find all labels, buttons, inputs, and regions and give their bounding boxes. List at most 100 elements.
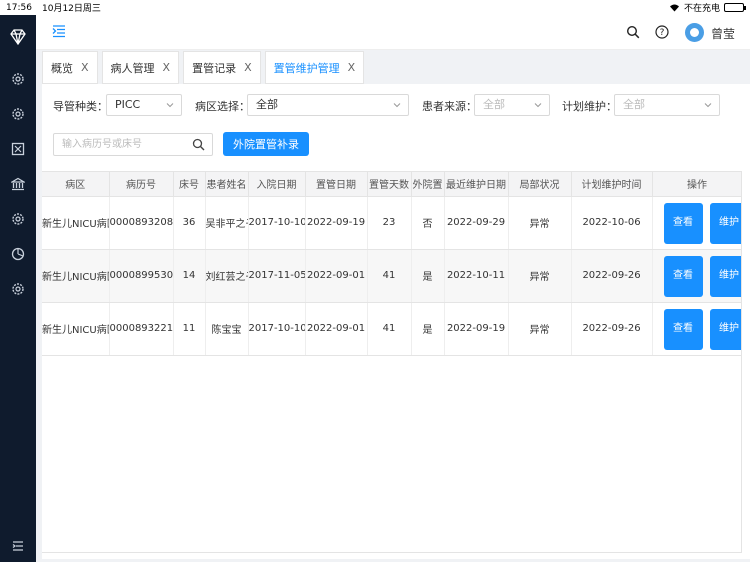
source-select[interactable]: 全部	[474, 94, 550, 116]
cell-catheter-days: 41	[367, 249, 412, 303]
maintain-button[interactable]: 维护	[709, 202, 741, 244]
cell-external: 否	[411, 196, 445, 250]
tab-overview[interactable]: 概览 X	[42, 51, 98, 84]
status-bar: 17:56 10月12日周三 不在充电	[0, 0, 750, 15]
grid-icon[interactable]	[11, 142, 25, 156]
source-label: 患者来源：	[422, 100, 477, 113]
search-field	[53, 133, 213, 156]
svg-text:?: ?	[660, 28, 665, 38]
cell-patient-name: 吴非平之子	[205, 196, 249, 250]
cell-last-maintenance: 2022-09-29	[444, 196, 509, 250]
view-button[interactable]: 查看	[663, 255, 703, 297]
ward-label: 病区选择：	[195, 100, 250, 113]
help-icon[interactable]: ?	[655, 25, 669, 39]
collapse-menu-icon[interactable]	[12, 540, 24, 552]
plan-label: 计划维护：	[562, 100, 617, 113]
ward-select[interactable]: 全部	[247, 94, 409, 116]
column-header: 操作	[651, 172, 741, 197]
cell-actions: 查看 维护	[651, 196, 741, 250]
tab-catheter-records[interactable]: 置管记录 X	[183, 51, 261, 84]
cell-catheter-date: 2022-09-01	[305, 249, 368, 303]
close-icon[interactable]: X	[81, 61, 89, 74]
status-date: 10月12日周三	[42, 4, 101, 14]
search-input[interactable]	[54, 134, 184, 155]
table-row: 新生儿NICU病区 0000899530 14 刘红芸之子 2017-11-05…	[42, 249, 741, 303]
gear-extra-icon[interactable]	[11, 282, 25, 296]
user-name[interactable]: 曾莹	[711, 25, 735, 42]
cell-ward: 新生儿NICU病区	[42, 196, 110, 250]
tab-patient-management[interactable]: 病人管理 X	[101, 51, 180, 84]
catheter-type-value: PICC	[115, 98, 141, 111]
menu-toggle-icon[interactable]	[52, 24, 66, 38]
gear-icon[interactable]	[11, 72, 25, 86]
column-header: 计划维护时间	[571, 172, 653, 197]
search-icon[interactable]	[626, 25, 640, 39]
gear-alt-icon[interactable]	[11, 212, 25, 226]
column-header: 外院置	[411, 172, 445, 197]
cell-ward: 新生儿NICU病区	[42, 302, 110, 356]
cell-catheter-date: 2022-09-19	[305, 196, 368, 250]
maintenance-table: 病区 病历号 床号 患者姓名 入院日期 置管日期 置管天数 外院置 最近维护日期…	[42, 171, 742, 553]
close-icon[interactable]: X	[348, 61, 356, 74]
main-content: 导管种类： PICC 病区选择： 全部 患者来源： 全部 计划维护： 全部 外院…	[42, 84, 750, 562]
battery-icon	[724, 3, 746, 12]
tab-label: 病人管理	[110, 61, 155, 75]
chevron-down-icon	[393, 103, 401, 108]
charging-status: 不在充电	[683, 4, 720, 14]
chevron-down-icon	[166, 103, 174, 108]
ward-value: 全部	[256, 98, 278, 111]
cell-patient-name: 刘红芸之子	[205, 249, 249, 303]
view-button[interactable]: 查看	[663, 308, 703, 350]
cell-external: 是	[411, 302, 445, 356]
avatar[interactable]	[685, 23, 704, 42]
column-header: 局部状况	[508, 172, 572, 197]
chevron-down-icon	[704, 103, 712, 108]
cell-bed: 14	[173, 249, 206, 303]
cell-local-status: 异常	[508, 196, 572, 250]
tab-bar: 概览 X 病人管理 X 置管记录 X 置管维护管理 X	[36, 50, 750, 84]
cell-planned-time: 2022-09-26	[571, 249, 653, 303]
table-row: 新生儿NICU病区 0000893208 36 吴非平之子 2017-10-10…	[42, 196, 741, 250]
pie-chart-icon[interactable]	[11, 247, 25, 261]
cell-ward: 新生儿NICU病区	[42, 249, 110, 303]
close-icon[interactable]: X	[163, 61, 171, 74]
external-catheter-supplement-button[interactable]: 外院置管补录	[223, 132, 309, 156]
sidebar	[0, 15, 36, 562]
cell-catheter-days: 41	[367, 302, 412, 356]
diamond-logo-icon	[10, 29, 26, 46]
cell-actions: 查看 维护	[651, 302, 741, 356]
catheter-type-select[interactable]: PICC	[106, 94, 182, 116]
wifi-icon	[669, 4, 679, 12]
column-header: 患者姓名	[205, 172, 249, 197]
cell-admission-date: 2017-10-10	[248, 196, 306, 250]
cell-bed: 11	[173, 302, 206, 356]
maintain-button[interactable]: 维护	[709, 308, 741, 350]
status-right: 不在充电	[669, 1, 746, 14]
chevron-down-icon	[534, 103, 542, 108]
close-icon[interactable]: X	[244, 61, 252, 74]
catheter-type-label: 导管种类：	[53, 100, 108, 113]
cell-patient-name: 陈宝宝	[205, 302, 249, 356]
cell-bed: 36	[173, 196, 206, 250]
settings-icon[interactable]	[11, 107, 25, 121]
cell-record-no: 0000899530	[109, 249, 174, 303]
cell-catheter-date: 2022-09-01	[305, 302, 368, 356]
search-icon[interactable]	[192, 138, 205, 151]
cell-last-maintenance: 2022-09-19	[444, 302, 509, 356]
view-button[interactable]: 查看	[663, 202, 703, 244]
cell-planned-time: 2022-09-26	[571, 302, 653, 356]
column-header: 病区	[42, 172, 110, 197]
data-table: 病区 病历号 床号 患者姓名 入院日期 置管日期 置管天数 外院置 最近维护日期…	[42, 172, 741, 356]
cell-admission-date: 2017-11-05	[248, 249, 306, 303]
tab-catheter-maintenance[interactable]: 置管维护管理 X	[264, 51, 365, 84]
cell-last-maintenance: 2022-10-11	[444, 249, 509, 303]
table-header-row: 病区 病历号 床号 患者姓名 入院日期 置管日期 置管天数 外院置 最近维护日期…	[42, 172, 741, 197]
column-header: 置管日期	[305, 172, 368, 197]
cell-external: 是	[411, 249, 445, 303]
maintain-button[interactable]: 维护	[709, 255, 741, 297]
cell-catheter-days: 23	[367, 196, 412, 250]
plan-value: 全部	[623, 98, 645, 111]
cell-actions: 查看 维护	[651, 249, 741, 303]
bank-icon[interactable]	[11, 177, 25, 191]
plan-select[interactable]: 全部	[614, 94, 720, 116]
